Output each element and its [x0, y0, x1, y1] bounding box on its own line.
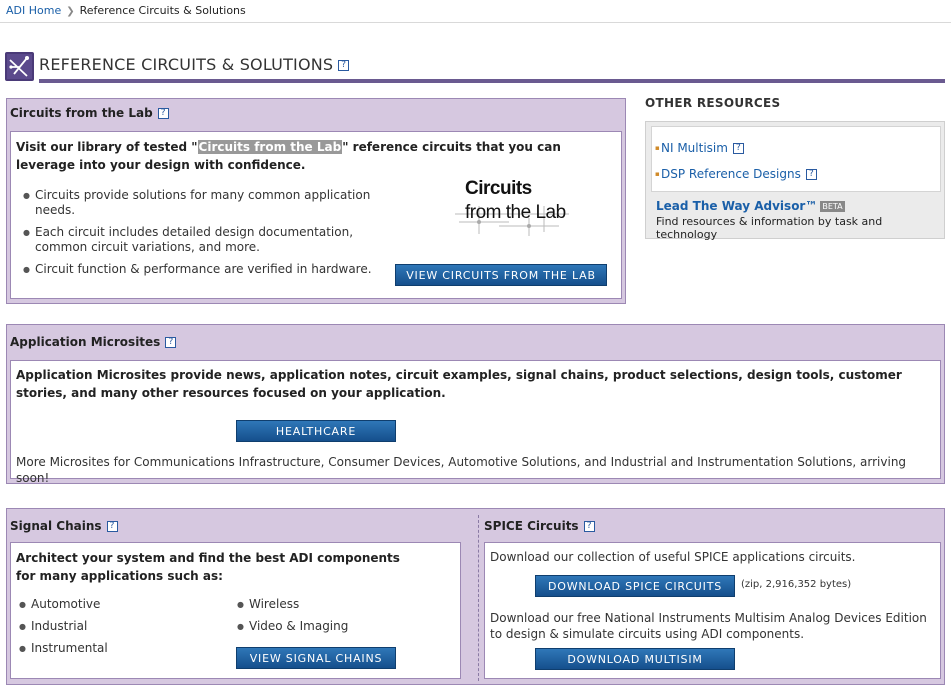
microsites-more-text: More Microsites for Communications Infra…	[16, 455, 907, 485]
list-item[interactable]: Industrial	[19, 619, 219, 634]
other-resources-title: OTHER RESOURCES	[645, 96, 781, 110]
breadcrumb-home-link[interactable]: ADI Home	[6, 4, 61, 17]
list-item: Circuit function & performance are verif…	[23, 262, 393, 277]
list-item: Each circuit includes detailed design do…	[23, 225, 393, 255]
view-circuits-from-the-lab-button[interactable]: VIEW CIRCUITS FROM THE LAB	[395, 264, 607, 286]
column-divider	[478, 515, 479, 681]
lead-the-way-advisor-link[interactable]: Lead The Way Advisor™ BETA	[656, 199, 845, 213]
circuits-from-the-lab-logo: Circuits from the Lab	[449, 176, 579, 236]
signal-chains-list-1: Automotive Industrial Instrumental	[19, 597, 219, 656]
page-header: REFERENCE CIRCUITS & SOLUTIONS?	[5, 52, 945, 86]
signal-chains-content: Architect your system and find the best …	[10, 542, 461, 679]
title-divider	[39, 79, 945, 83]
cftl-bullet-list: Circuits provide solutions for many comm…	[23, 188, 393, 277]
signal-chains-intro: Architect your system and find the best …	[16, 551, 400, 583]
circuit-icon	[5, 52, 34, 81]
help-icon[interactable]: ?	[583, 521, 595, 532]
spice-circuits-content: Download our collection of useful SPICE …	[484, 542, 941, 679]
help-icon[interactable]: ?	[732, 143, 744, 154]
other-resources-links: NI Multisim? DSP Reference Designs?	[651, 126, 941, 192]
multisim-description: Download our free National Instruments M…	[490, 611, 927, 641]
highlighted-text: Circuits from the Lab	[197, 140, 343, 154]
file-size-label: (zip, 2,916,352 bytes)	[741, 579, 852, 590]
breadcrumb-current: Reference Circuits & Solutions	[79, 4, 246, 17]
logo-line-2: from the Lab	[465, 202, 566, 223]
spice-intro: Download our collection of useful SPICE …	[490, 550, 856, 564]
list-item[interactable]: Instrumental	[19, 641, 219, 656]
list-item[interactable]: Wireless	[237, 597, 437, 612]
application-microsites-panel: Application Microsites? Application Micr…	[6, 324, 945, 485]
signal-chains-list-2: Wireless Video & Imaging	[237, 597, 437, 634]
cftl-intro: Visit our library of tested "Circuits fr…	[16, 140, 561, 172]
view-signal-chains-button[interactable]: VIEW SIGNAL CHAINS	[236, 647, 396, 669]
list-item[interactable]: Video & Imaging	[237, 619, 437, 634]
help-icon[interactable]: ?	[338, 60, 350, 71]
page-title: REFERENCE CIRCUITS & SOLUTIONS?	[39, 55, 350, 74]
list-item: Circuits provide solutions for many comm…	[23, 188, 393, 218]
breadcrumb: ADI Home ❯ Reference Circuits & Solutions	[0, 0, 951, 23]
help-icon[interactable]: ?	[805, 169, 817, 180]
dsp-reference-designs-link[interactable]: DSP Reference Designs?	[655, 167, 817, 181]
application-microsites-content: Application Microsites provide news, app…	[10, 360, 941, 485]
ni-multisim-link[interactable]: NI Multisim?	[655, 141, 744, 155]
help-icon[interactable]: ?	[106, 521, 118, 532]
healthcare-button[interactable]: HEALTHCARE	[236, 420, 396, 442]
help-icon[interactable]: ?	[157, 108, 169, 119]
download-multisim-button[interactable]: DOWNLOAD MULTISIM	[535, 648, 735, 670]
other-resources-box: NI Multisim? DSP Reference Designs? Lead…	[645, 121, 945, 241]
beta-badge: BETA	[820, 201, 845, 212]
microsites-intro: Application Microsites provide news, app…	[16, 368, 902, 400]
panel-title: SPICE Circuits?	[484, 519, 595, 533]
circuits-from-the-lab-content: Visit our library of tested "Circuits fr…	[10, 131, 622, 299]
logo-line-1: Circuits	[465, 178, 532, 199]
chevron-right-icon: ❯	[66, 6, 75, 17]
list-item[interactable]: Automotive	[19, 597, 219, 612]
advisor-description: Find resources & information by task and…	[656, 215, 883, 241]
panel-title: Signal Chains?	[10, 519, 118, 533]
panel-title: Application Microsites?	[10, 335, 177, 349]
circuits-from-the-lab-panel: Circuits from the Lab? Visit our library…	[6, 98, 626, 304]
download-spice-circuits-button[interactable]: DOWNLOAD SPICE CIRCUITS	[535, 575, 735, 597]
help-icon[interactable]: ?	[165, 337, 177, 348]
signal-chains-spice-panel: Signal Chains? Architect your system and…	[6, 508, 945, 685]
panel-title: Circuits from the Lab?	[10, 106, 169, 120]
